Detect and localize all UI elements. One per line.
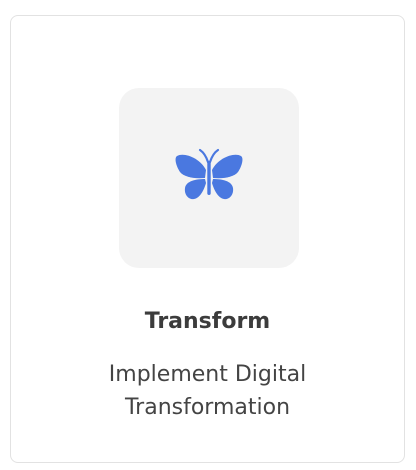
icon-tile xyxy=(119,88,299,268)
feature-card[interactable]: Transform Implement Digital Transformati… xyxy=(10,15,405,463)
card-title: Transform xyxy=(144,309,271,334)
card-description: Implement Digital Transformation xyxy=(108,362,307,420)
butterfly-icon xyxy=(175,148,243,200)
